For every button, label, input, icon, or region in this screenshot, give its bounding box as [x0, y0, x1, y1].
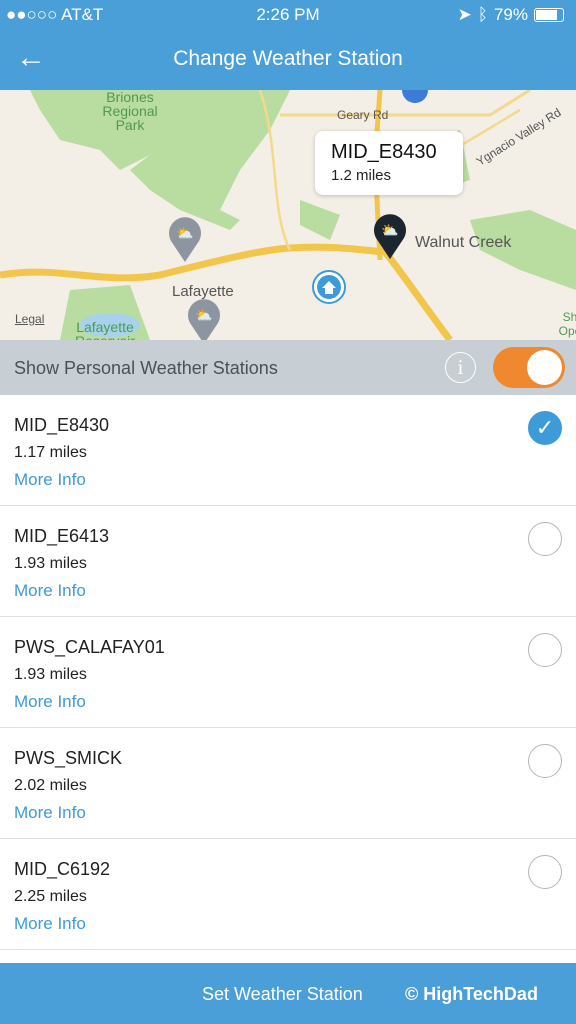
svg-text:⛅: ⛅ [195, 307, 212, 323]
station-distance: 2.02 miles [14, 777, 87, 794]
map-label-briones: Briones Regional Park [102, 90, 158, 133]
home-location-icon [312, 270, 346, 304]
station-pin-icon[interactable]: ⛅ [168, 216, 202, 262]
map-label-geary: Geary Rd [337, 108, 389, 122]
check-icon[interactable]: ✓ [528, 411, 562, 445]
station-distance: 1.93 miles [14, 666, 87, 683]
radio-button[interactable] [528, 744, 562, 778]
map[interactable]: Briones Regional Park Geary Rd Ygnacio V… [0, 90, 576, 340]
selected-station-pin-icon[interactable]: ⛅ [373, 213, 407, 259]
map-label-walnut-creek: Walnut Creek [415, 234, 512, 251]
callout-name: MID_E8430 [331, 141, 437, 163]
station-name: MID_C6192 [14, 859, 111, 879]
legal-link[interactable]: Legal [15, 312, 44, 326]
station-distance: 2.25 miles [14, 888, 87, 905]
pws-toggle[interactable] [493, 347, 565, 388]
more-info-link[interactable]: More Info [14, 470, 86, 490]
page-title: Change Weather Station [173, 47, 403, 70]
more-info-link[interactable]: More Info [14, 914, 86, 934]
station-name: MID_E6413 [14, 526, 110, 546]
station-pin-icon[interactable]: ⛅ [187, 298, 221, 340]
map-label-reservoir: Lafayette Reservoir [75, 320, 135, 340]
pws-label: Show Personal Weather Stations [14, 358, 278, 378]
station-name: PWS_SMICK [14, 748, 123, 768]
map-label-sh: Sh Ope [558, 310, 576, 338]
set-weather-station-button[interactable]: Set Weather Station © HighTechDad [0, 963, 576, 1024]
map-base [0, 90, 576, 340]
radio-button[interactable] [528, 522, 562, 556]
more-info-link[interactable]: More Info [14, 581, 86, 601]
station-item[interactable]: MID_C6192 2.25 miles More Info [0, 839, 576, 950]
station-callout[interactable]: MID_E8430 1.2 miles [315, 131, 463, 195]
more-info-link[interactable]: More Info [14, 692, 86, 712]
station-item[interactable]: MID_E6413 1.93 miles More Info [0, 506, 576, 617]
station-list: MID_E8430 1.17 miles More Info ✓ MID_E6413 1… [0, 395, 576, 950]
battery-percent: 79% [493, 5, 528, 24]
bluetooth-icon: ᛒ [477, 5, 488, 24]
station-distance: 1.17 miles [14, 444, 87, 461]
set-button-label: Set Weather Station [202, 984, 363, 1004]
radio-button[interactable] [528, 855, 562, 889]
station-item[interactable]: PWS_CALAFAY01 1.93 miles More Info [0, 617, 576, 728]
battery-icon [534, 8, 564, 22]
station-name: MID_E8430 [14, 415, 110, 435]
station-item[interactable]: MID_E8430 1.17 miles More Info ✓ [0, 395, 576, 506]
status-bar: ●●○○○ AT&T 2:26 PM ➤ ᛒ 79% [0, 0, 576, 30]
info-icon[interactable]: i [445, 352, 476, 383]
nav-bar: ← Change Weather Station [0, 30, 576, 90]
station-distance: 1.93 miles [14, 555, 87, 572]
svg-text:⛅: ⛅ [381, 222, 398, 238]
watermark: © HighTechDad [405, 984, 538, 1004]
location-icon: ➤ [457, 5, 472, 24]
station-item[interactable]: PWS_SMICK 2.02 miles More Info [0, 728, 576, 839]
station-name: PWS_CALAFAY01 [14, 637, 165, 657]
more-info-link[interactable]: More Info [14, 803, 86, 823]
pws-toggle-row: Show Personal Weather Stations i [0, 340, 576, 395]
svg-text:⛅: ⛅ [176, 225, 193, 241]
radio-button[interactable] [528, 633, 562, 667]
callout-distance: 1.2 miles [331, 167, 392, 184]
